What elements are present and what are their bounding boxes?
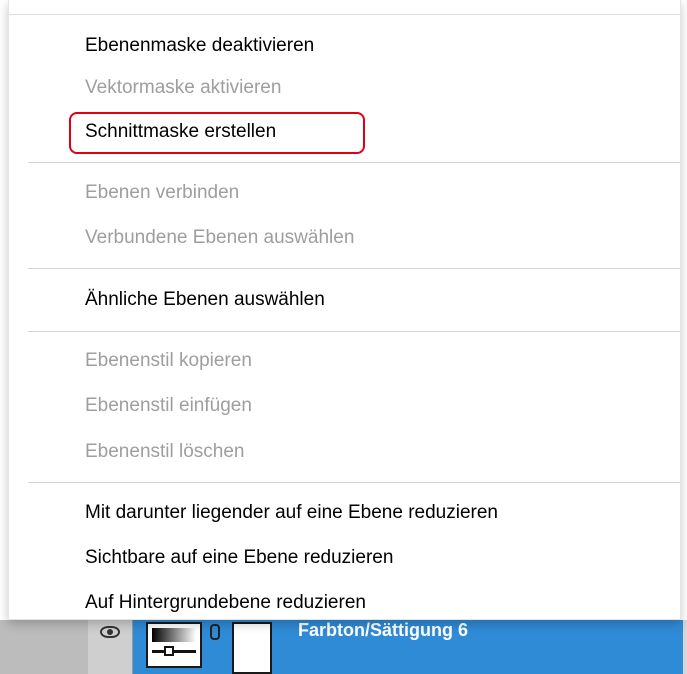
panel-gutter <box>0 620 88 674</box>
menu-item-merge-visible[interactable]: Sichtbare auf eine Ebene reduzieren <box>85 540 393 576</box>
menu-item-disable-layer-mask[interactable]: Ebenenmaske deaktivieren <box>85 28 314 64</box>
menu-item-select-linked-layers: Verbundene Ebenen auswählen <box>85 227 355 248</box>
visibility-toggle[interactable] <box>88 620 133 674</box>
menu-item-clear-layer-style: Ebenenstil löschen <box>85 441 245 462</box>
menu-separator <box>28 162 680 163</box>
menu-separator <box>28 268 680 269</box>
highlight-outline <box>69 112 365 154</box>
menu-item-paste-layer-style: Ebenenstil einfügen <box>85 395 252 416</box>
menu-top-border <box>9 14 680 15</box>
menu-separator <box>28 482 680 483</box>
layer-row-selected[interactable]: Farbton/Sättigung 6 <box>88 620 683 674</box>
gradient-bar <box>152 628 196 642</box>
eye-icon[interactable] <box>100 626 120 638</box>
layer-context-menu: Ebenenmaske deaktivieren Vektormaske akt… <box>8 0 681 620</box>
layer-mask-thumbnail[interactable] <box>232 622 272 674</box>
adjustment-layer-icon[interactable] <box>146 622 202 668</box>
menu-item-copy-layer-style: Ebenenstil kopieren <box>85 350 252 371</box>
slider-knob <box>164 646 174 656</box>
menu-item-flatten-image[interactable]: Auf Hintergrundebene reduzieren <box>85 585 366 621</box>
layers-panel: Farbton/Sättigung 6 <box>0 620 687 674</box>
menu-item-select-similar-layers[interactable]: Ähnliche Ebenen auswählen <box>85 282 325 318</box>
menu-separator <box>28 331 680 332</box>
layer-name[interactable]: Farbton/Sättigung 6 <box>298 620 468 640</box>
slider-line <box>152 650 196 653</box>
menu-item-merge-down[interactable]: Mit darunter liegender auf eine Ebene re… <box>85 495 498 531</box>
menu-item-enable-vector-mask: Vektormaske aktivieren <box>85 77 282 98</box>
link-icon[interactable] <box>210 624 220 640</box>
menu-item-link-layers: Ebenen verbinden <box>85 182 240 203</box>
